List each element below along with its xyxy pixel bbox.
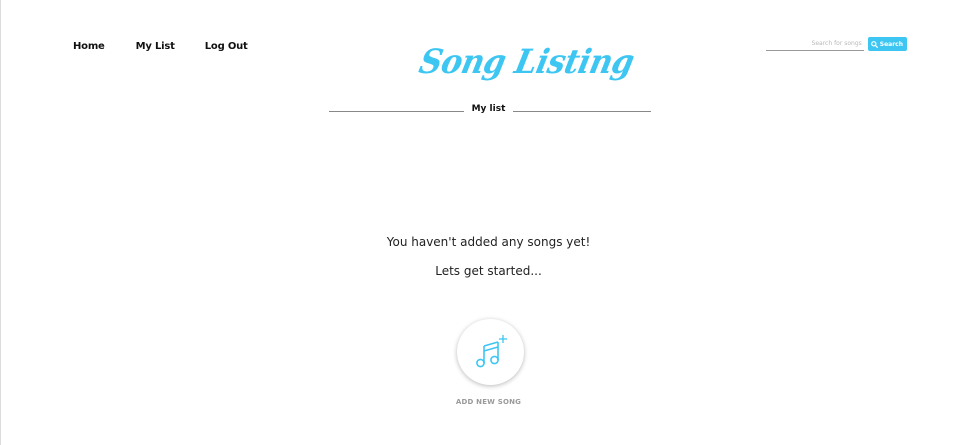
section-heading: My list — [329, 103, 651, 119]
search-icon — [870, 40, 878, 48]
search-button[interactable]: Search — [867, 37, 907, 51]
nav-my-list-link[interactable]: My List — [136, 41, 175, 52]
search-input[interactable] — [765, 37, 864, 51]
section-title: My list — [471, 104, 506, 114]
nav-home-link[interactable]: Home — [73, 41, 105, 52]
empty-state-subtitle: Lets get started... — [435, 264, 542, 278]
nav-log-out-link[interactable]: Log Out — [205, 41, 248, 52]
page: Home My List Log Out Song Listing My lis… — [0, 0, 975, 445]
main-nav: Home My List Log Out — [73, 41, 248, 52]
divider-line-right — [513, 111, 651, 112]
divider-line-left — [329, 111, 464, 112]
logo[interactable]: Song Listing — [416, 43, 638, 91]
search-bar: Search — [765, 37, 907, 51]
search-button-label: Search — [879, 40, 903, 48]
logo-text: Song Listing — [415, 43, 638, 82]
add-new-song-button[interactable] — [457, 319, 524, 385]
empty-state-title: You haven't added any songs yet! — [386, 235, 591, 249]
add-new-song-label: ADD NEW SONG — [455, 398, 522, 406]
